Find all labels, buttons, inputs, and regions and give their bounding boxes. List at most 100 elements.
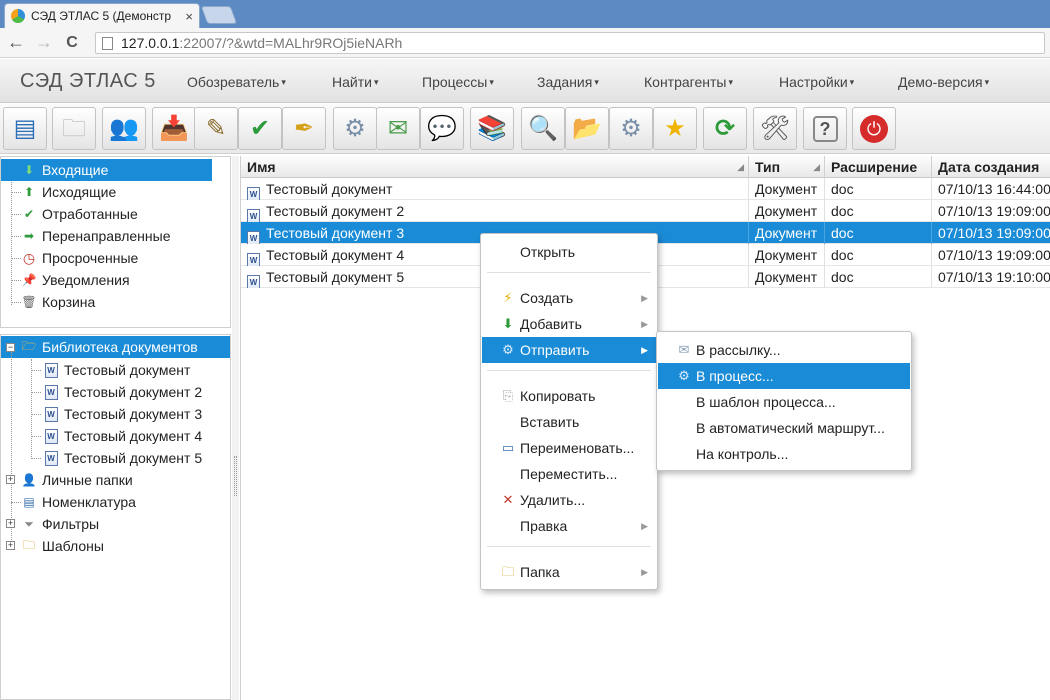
library-doc-5[interactable]: W Тестовый документ 5: [43, 447, 202, 469]
templates-expand-toggle[interactable]: +: [6, 541, 15, 550]
menu-tasks[interactable]: Задания ▾: [537, 74, 599, 90]
column-header-extension[interactable]: Расширение: [825, 156, 932, 178]
menu-label: Процессы: [422, 74, 488, 90]
copy-icon: ⎘: [502, 388, 514, 403]
menu-item-add[interactable]: ⬇ Добавить ▶: [482, 311, 656, 337]
folder-trash[interactable]: 🗑 Корзина: [21, 291, 95, 313]
toolbar-button-send[interactable]: ✉: [376, 107, 420, 150]
submenu-item-auto-route[interactable]: В автоматический маршрут...: [658, 415, 910, 441]
menu-item-send[interactable]: ⚙ Отправить ▶: [482, 337, 656, 363]
toolbar-button-users[interactable]: 👥: [102, 107, 146, 150]
toolbar-button-tools[interactable]: 🛠: [753, 107, 797, 150]
rename-icon: ▭: [501, 440, 515, 455]
tree-templates[interactable]: 🗀 Шаблоны: [21, 535, 104, 557]
column-header-created[interactable]: Дата создания: [932, 156, 1050, 178]
submenu-item-mailing[interactable]: ✉ В рассылку...: [658, 337, 910, 363]
library-doc-2[interactable]: W Тестовый документ 2: [43, 381, 202, 403]
menu-item-move[interactable]: Переместить...: [482, 461, 656, 487]
cell-name: Тестовый документ 5: [266, 269, 405, 285]
cell-extension: doc: [825, 200, 932, 222]
menu-item-create[interactable]: ⚡ Создать ▶: [482, 285, 656, 311]
menu-item-folder[interactable]: 🗀 Папка ▶: [482, 559, 656, 585]
menu-processes[interactable]: Процессы ▾: [422, 74, 494, 90]
word-doc-icon: W: [44, 428, 58, 444]
toolbar-button-exit[interactable]: ⏻: [852, 107, 896, 150]
toolbar-button-edit[interactable]: ✎: [194, 107, 238, 150]
menu-item-copy[interactable]: ⎘ Копировать: [482, 383, 656, 409]
send-submenu: ✉ В рассылку... ⚙ В процесс... В шаблон пр…: [656, 331, 912, 471]
toolbar-button-folder[interactable]: 🗀: [52, 107, 96, 150]
menu-item-open[interactable]: Открыть: [482, 239, 656, 265]
url-input[interactable]: 127.0.0.1:22007/?&wtd=MALhr9ROj5ieNARh: [95, 32, 1045, 54]
folder-notifications[interactable]: 📌 Уведомления: [21, 269, 130, 291]
library-doc-3[interactable]: W Тестовый документ 3: [43, 403, 202, 425]
cell-type: Документ: [749, 266, 825, 288]
menu-item-rename[interactable]: ▭ Переименовать...: [482, 435, 656, 461]
folder-overdue[interactable]: ◷ Просроченные: [21, 247, 138, 269]
star-icon: ★: [664, 114, 686, 142]
filters-expand-toggle[interactable]: +: [6, 519, 15, 528]
folder-processed[interactable]: ✔ Отработанные: [21, 203, 138, 225]
magnifier-icon: 🔍: [528, 114, 558, 142]
toolbar-button-approve[interactable]: ✔: [238, 107, 282, 150]
chevron-down-icon: ▾: [489, 77, 494, 87]
menu-find[interactable]: Найти ▾: [332, 74, 378, 90]
toolbar-button-refresh[interactable]: ⟳: [703, 107, 747, 150]
clock-icon: ◷: [22, 249, 36, 266]
column-header-name[interactable]: Имя ◢: [241, 156, 749, 178]
reload-icon[interactable]: C: [60, 34, 84, 52]
word-doc-icon: W: [44, 406, 58, 422]
toolbar-button-favorites[interactable]: ★: [653, 107, 697, 150]
submenu-item-control[interactable]: На контроль...: [658, 441, 910, 467]
library-root[interactable]: 🗁 Библиотека документов: [1, 336, 230, 358]
menu-item-delete[interactable]: ✕ Удалить...: [482, 487, 656, 513]
menu-settings[interactable]: Настройки ▾: [779, 74, 854, 90]
menu-demo[interactable]: Демо-версия ▾: [898, 74, 989, 90]
browser-tab[interactable]: СЭД ЭТЛАС 5 (Демонстр ×: [4, 3, 200, 28]
window-list-icon: ▤: [13, 114, 37, 142]
menu-item-edit[interactable]: Правка ▶: [482, 513, 656, 539]
add-arrow-icon: ⬇: [502, 316, 514, 331]
toolbar-button-sign[interactable]: ✒: [282, 107, 326, 150]
tree-personal-folders[interactable]: 👤 Личные папки: [21, 469, 133, 491]
folder-inbox[interactable]: ⬇ Входящие: [1, 159, 212, 181]
personal-folders-expand-toggle[interactable]: +: [6, 475, 15, 484]
toolbar-button-window-list[interactable]: ▤: [3, 107, 47, 150]
tree-label: Номенклатура: [42, 494, 136, 510]
toolbar-button-message[interactable]: 💬: [420, 107, 464, 150]
toolbar-button-library-search[interactable]: 📚: [470, 107, 514, 150]
menu-item-paste[interactable]: Вставить: [482, 409, 656, 435]
toolbar-button-folder-search[interactable]: 📂: [565, 107, 609, 150]
toolbar-button-inbox[interactable]: 📥: [152, 107, 196, 150]
toolbar-button-search[interactable]: 🔍: [521, 107, 565, 150]
table-row[interactable]: W Тестовый документ Документ doc 07/10/13…: [241, 178, 1050, 200]
library-doc-label: Тестовый документ 4: [64, 428, 203, 444]
gear-process-icon: ⚙: [344, 114, 366, 142]
menu-observer[interactable]: Обозреватель ▾: [187, 74, 286, 90]
menu-contractors[interactable]: Контрагенты ▾: [644, 74, 733, 90]
table-row[interactable]: W Тестовый документ 2 Документ doc 07/10/…: [241, 200, 1050, 222]
tree-filters[interactable]: ⏷ Фильтры: [21, 513, 99, 535]
library-collapse-toggle[interactable]: −: [6, 343, 15, 352]
library-doc-1[interactable]: W Тестовый документ: [43, 359, 190, 381]
forward-arrow-icon[interactable]: →: [32, 32, 56, 53]
word-doc-icon: W: [247, 275, 260, 288]
library-doc-4[interactable]: W Тестовый документ 4: [43, 425, 202, 447]
submenu-item-process[interactable]: ⚙ В процесс...: [658, 363, 910, 389]
toolbar-button-process[interactable]: ⚙: [333, 107, 377, 150]
back-arrow-icon[interactable]: ←: [4, 32, 28, 53]
cell-created: 07/10/13 19:09:00: [938, 225, 1050, 241]
submenu-item-process-template[interactable]: В шаблон процесса...: [658, 389, 910, 415]
folder-outbox[interactable]: ⬆ Исходящие: [21, 181, 116, 203]
column-label: Дата создания: [938, 159, 1040, 175]
pane-splitter[interactable]: [232, 156, 239, 700]
toolbar-button-process-search[interactable]: ⚙: [609, 107, 653, 150]
toolbar-button-help[interactable]: ?: [803, 107, 847, 150]
folder-redirected[interactable]: ➡ Перенаправленные: [21, 225, 171, 247]
tab-close-icon[interactable]: ×: [185, 9, 193, 24]
app-brand[interactable]: СЭД ЭТЛАС 5: [20, 70, 156, 93]
new-tab-button[interactable]: [200, 6, 238, 24]
chevron-down-icon: ▾: [281, 77, 286, 87]
tree-nomenclature[interactable]: ▤ Номенклатура: [21, 491, 136, 513]
column-header-type[interactable]: Тип ◢: [749, 156, 825, 178]
